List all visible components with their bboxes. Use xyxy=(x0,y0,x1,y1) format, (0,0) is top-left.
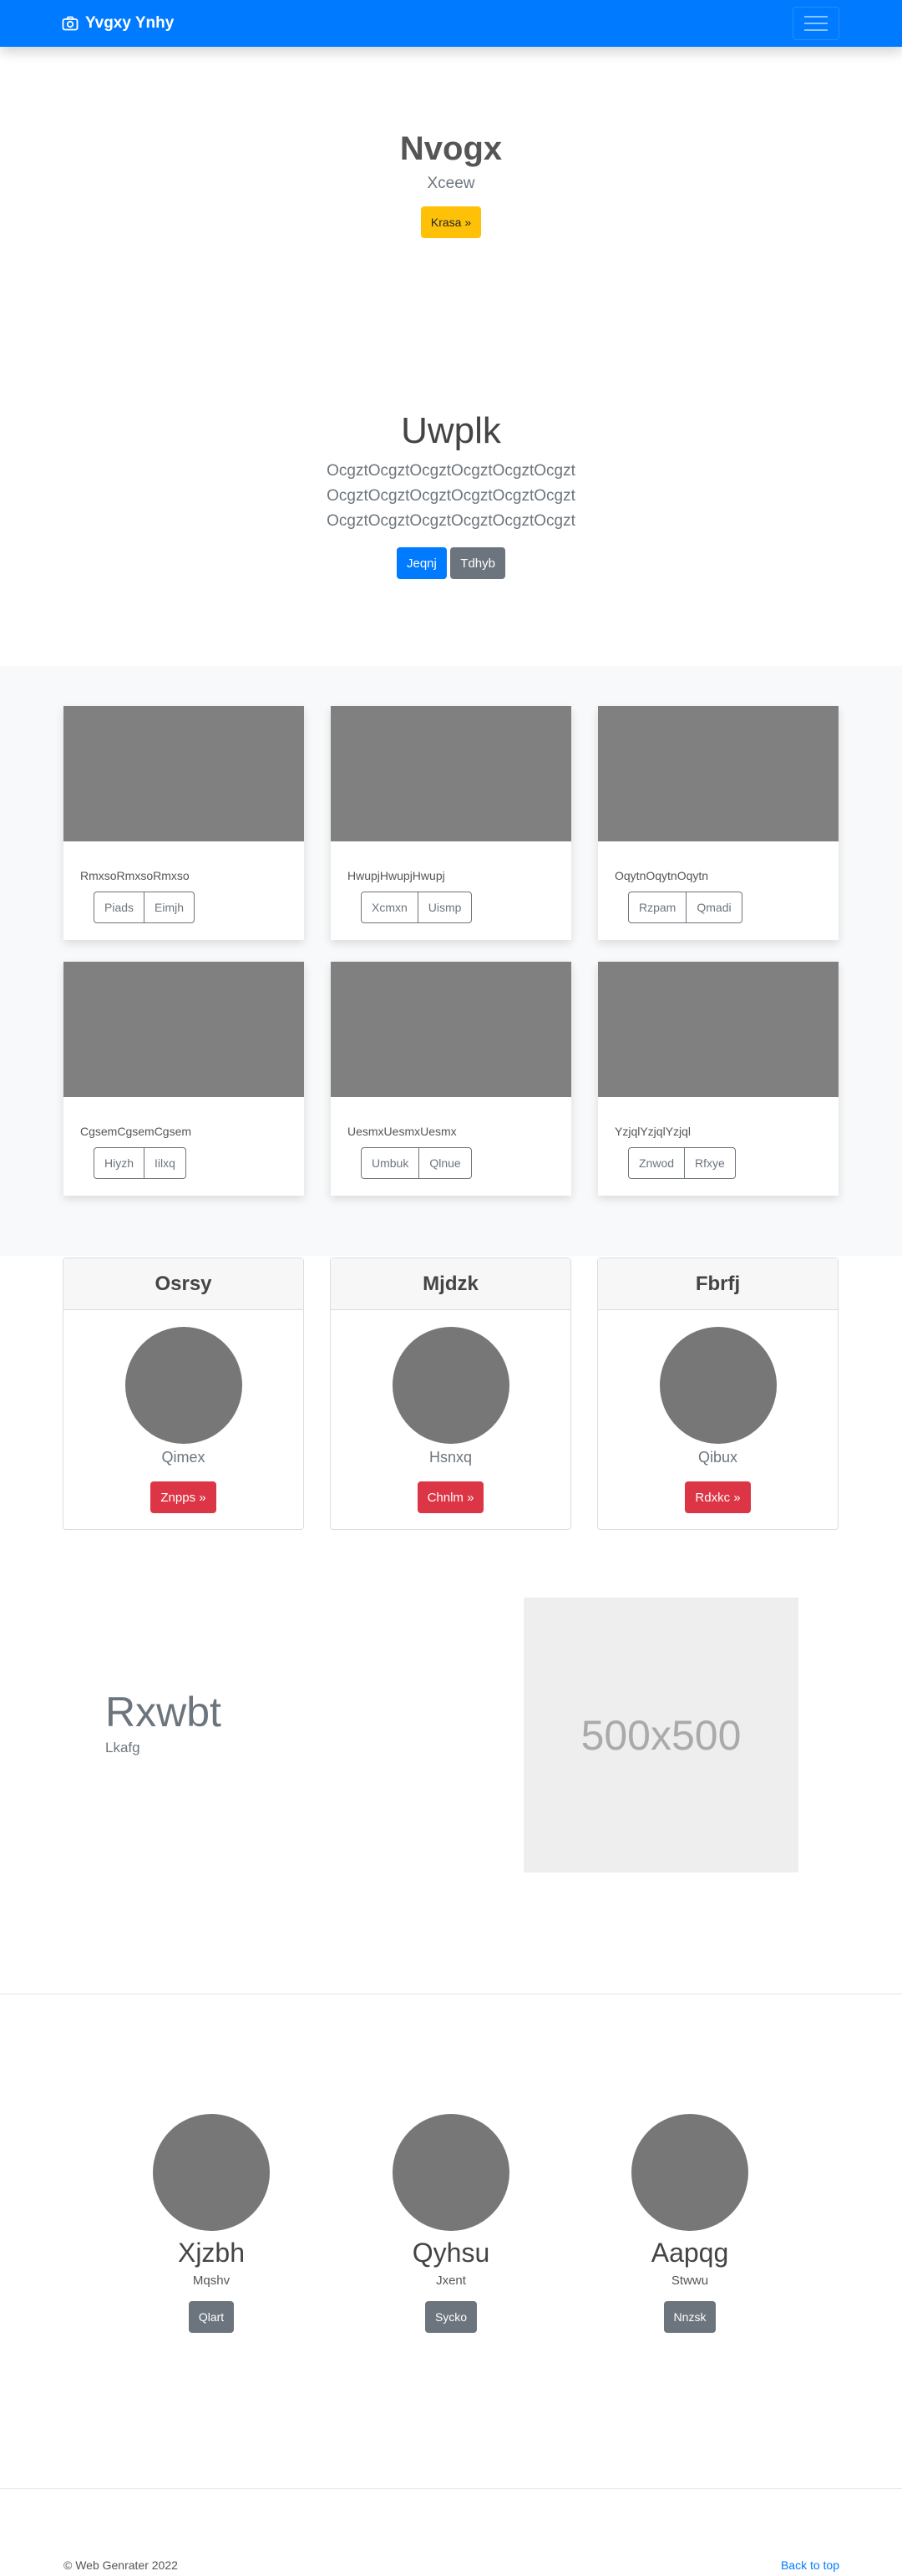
album-card: YzjqlYzjqlYzjql Znwod Rfxye xyxy=(598,962,839,1196)
album-card: HwupjHwupjHwupj Xcmxn Uismp xyxy=(331,706,571,940)
hamburger-icon xyxy=(804,16,828,18)
hero-subtitle: Xceew xyxy=(427,175,475,192)
team-member: Qyhsu Jxent Sycko xyxy=(367,2114,535,2333)
avatar xyxy=(631,2114,748,2231)
copyright: © Web Genrater 2022 xyxy=(63,2558,178,2572)
back-to-top-link[interactable]: Back to top xyxy=(781,2558,839,2572)
member-name: Xjzbh xyxy=(177,2238,246,2268)
card-text: HwupjHwupjHwupj xyxy=(347,869,445,882)
album-card: UesmxUesmxUesmx Umbuk Qlnue xyxy=(331,962,571,1196)
avatar xyxy=(659,1327,777,1444)
edit-button[interactable]: Iilxq xyxy=(144,1148,185,1178)
member-role: Jxent xyxy=(436,2274,466,2288)
pricing-card: Mjdzk Hsnxq Chnlm » xyxy=(330,1258,571,1530)
intro-text: OcgztOcgztOcgztOcgztOcgztOcgzt OcgztOcgz… xyxy=(0,459,902,534)
hero-title: Nvogx xyxy=(399,130,503,167)
album-card: OqytnOqytnOqytn Rzpam Qmadi xyxy=(598,706,839,940)
card-button[interactable]: Chnlm » xyxy=(417,1481,484,1513)
view-button[interactable]: Znwod xyxy=(629,1148,684,1178)
avatar xyxy=(393,2114,509,2231)
hero-section: Nvogx Xceew Krasa » xyxy=(0,130,902,238)
card-button-group: Umbuk Qlnue xyxy=(361,1147,472,1179)
card-image xyxy=(63,962,304,1097)
card-image xyxy=(598,962,839,1097)
intro-line: OcgztOcgztOcgztOcgztOcgztOcgzt xyxy=(327,487,575,505)
feature-title: Rxwbt xyxy=(105,1689,221,1735)
member-role: Stwwu xyxy=(671,2274,709,2288)
card-image xyxy=(598,706,839,841)
secondary-button[interactable]: Tdhyb xyxy=(450,547,505,579)
card-text: RmxsoRmxsoRmxso xyxy=(80,869,190,882)
view-button[interactable]: Xcmxn xyxy=(362,892,418,922)
card-image xyxy=(331,962,571,1097)
divider xyxy=(0,2488,902,2489)
album-card: RmxsoRmxsoRmxso Piads Eimjh xyxy=(63,706,304,940)
navbar: Yvgxy Ynhy xyxy=(0,0,902,47)
team-member: Xjzbh Mqshv Qlart xyxy=(128,2114,295,2333)
navbar-toggler-button[interactable] xyxy=(793,7,839,40)
member-name: Qyhsu xyxy=(412,2238,490,2268)
pricing-card: Osrsy Qimex Znpps » xyxy=(63,1258,304,1530)
member-name: Aapqg xyxy=(651,2238,729,2268)
view-button[interactable]: Hiyzh xyxy=(94,1148,144,1178)
feature-text: Rxwbt Lkafg xyxy=(105,1688,221,1756)
card-header: Fbrfj xyxy=(598,1258,838,1310)
album-card: CgsemCgsemCgsem Hiyzh Iilxq xyxy=(63,962,304,1196)
edit-button[interactable]: Eimjh xyxy=(144,892,194,922)
avatar xyxy=(153,2114,270,2231)
intro-section: Uwplk OcgztOcgztOcgztOcgztOcgztOcgzt Ocg… xyxy=(0,407,902,579)
card-image xyxy=(331,706,571,841)
card-button[interactable]: Znpps » xyxy=(150,1481,216,1513)
view-button[interactable]: Umbuk xyxy=(362,1148,418,1178)
card-image xyxy=(63,706,304,841)
member-button[interactable]: Sycko xyxy=(424,2301,478,2333)
intro-line: OcgztOcgztOcgztOcgztOcgztOcgzt xyxy=(327,462,575,480)
card-header: Osrsy xyxy=(63,1258,303,1310)
brand-name: Yvgxy Ynhy xyxy=(85,14,175,32)
hamburger-icon-bar xyxy=(804,23,828,24)
primary-button[interactable]: Jeqnj xyxy=(396,547,447,579)
edit-button[interactable]: Rfxye xyxy=(684,1148,735,1178)
feature-subtitle: Lkafg xyxy=(105,1740,140,1755)
member-button[interactable]: Qlart xyxy=(188,2301,235,2333)
hamburger-icon-bar xyxy=(804,29,828,31)
card-text: UesmxUesmxUesmx xyxy=(347,1125,457,1138)
edit-button[interactable]: Uismp xyxy=(417,892,472,922)
card-name: Qimex xyxy=(161,1449,205,1466)
member-button[interactable]: Nnzsk xyxy=(663,2301,717,2333)
feature-image-placeholder: 500x500 xyxy=(524,1598,798,1872)
card-button-group: Hiyzh Iilxq xyxy=(94,1147,186,1179)
edit-button[interactable]: Qlnue xyxy=(418,1148,470,1178)
camera-icon xyxy=(62,16,79,31)
card-name: Qibux xyxy=(697,1449,738,1466)
card-text: YzjqlYzjqlYzjql xyxy=(615,1125,692,1138)
team-member: Aapqg Stwwu Nnzsk xyxy=(606,2114,773,2333)
member-role: Mqshv xyxy=(192,2274,231,2288)
card-header: Mjdzk xyxy=(331,1258,570,1310)
pricing-card: Fbrfj Qibux Rdxkc » xyxy=(597,1258,839,1530)
card-button-group: Znwod Rfxye xyxy=(628,1147,736,1179)
edit-button[interactable]: Qmadi xyxy=(686,892,741,922)
intro-title: Uwplk xyxy=(401,410,501,451)
view-button[interactable]: Rzpam xyxy=(629,892,686,922)
avatar xyxy=(392,1327,509,1444)
avatar xyxy=(124,1327,242,1444)
card-name: Hsnxq xyxy=(428,1449,473,1466)
view-button[interactable]: Piads xyxy=(94,892,144,922)
card-button[interactable]: Rdxkc » xyxy=(685,1481,751,1513)
hero-button[interactable]: Krasa » xyxy=(420,206,482,238)
intro-line: OcgztOcgztOcgztOcgztOcgztOcgzt xyxy=(327,512,575,530)
image-label: 500x500 xyxy=(580,1711,742,1759)
card-text: CgsemCgsemCgsem xyxy=(80,1125,192,1138)
card-button-group: Xcmxn Uismp xyxy=(361,892,473,923)
card-button-group: Piads Eimjh xyxy=(94,892,195,923)
brand-link[interactable]: Yvgxy Ynhy xyxy=(62,0,174,47)
card-button-group: Rzpam Qmadi xyxy=(628,892,742,923)
card-text: OqytnOqytnOqytn xyxy=(615,869,709,882)
